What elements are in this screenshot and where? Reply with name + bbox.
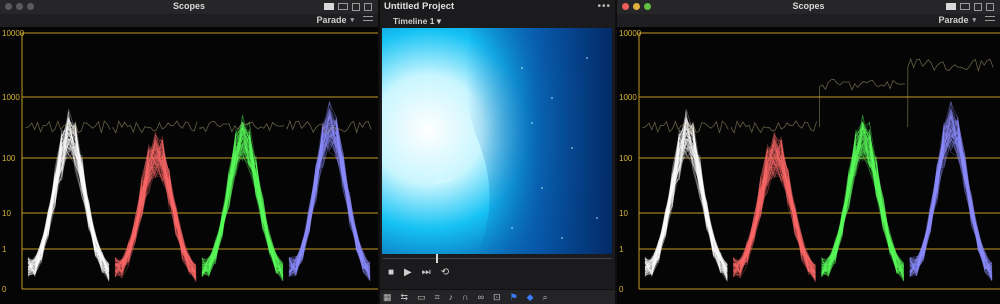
quad-layout-icon[interactable] xyxy=(974,3,982,11)
scope-axis-label: 100 xyxy=(2,154,16,163)
waveform-channel-2 xyxy=(819,79,905,282)
waveform-channel-0 xyxy=(642,108,729,282)
scope-mode-label: Parade xyxy=(938,15,969,25)
waveform-channel-3 xyxy=(286,101,372,282)
loop-icon[interactable]: ⟲ xyxy=(441,268,449,278)
dual-layout-icon[interactable] xyxy=(338,3,348,10)
waveform-channel-3 xyxy=(907,57,994,282)
fullscreen-icon[interactable] xyxy=(986,3,994,11)
timeline-name: Timeline 1 xyxy=(393,16,435,26)
dual-layout-icon[interactable] xyxy=(960,3,970,10)
timeline-scrubber[interactable] xyxy=(383,258,612,259)
crop-icon[interactable]: ⌗ xyxy=(435,292,440,303)
scope-axis-label: 0 xyxy=(2,285,7,294)
scope-axis-label: 1 xyxy=(2,245,7,254)
left-scopes-window: Scopes Parade ▾ 10000 1000 100 10 1 0 xyxy=(0,0,378,304)
zoom-icon[interactable]: ⌕ xyxy=(543,292,548,303)
scope-axis-label: 1000 xyxy=(2,93,20,102)
right-scopes-window: Scopes Parade ▾ 10000 1000 100 10 1 0 xyxy=(617,0,1000,304)
more-options-icon[interactable]: ••• xyxy=(597,1,611,12)
settings-icon[interactable] xyxy=(985,16,995,25)
single-layout-icon[interactable] xyxy=(324,3,334,10)
left-parade-svg: 1000010001001010 xyxy=(2,29,378,294)
video-viewer[interactable] xyxy=(382,28,612,254)
magnet-icon[interactable]: ∩ xyxy=(462,292,468,302)
transport-controls: ■ ▶ ⏭ ⟲ xyxy=(388,268,449,278)
scope-axis-label: 10 xyxy=(2,209,11,218)
scope-mode-select[interactable]: Parade ▾ xyxy=(316,15,354,25)
settings-icon[interactable] xyxy=(363,16,373,25)
quad-layout-icon[interactable] xyxy=(352,3,360,11)
right-scopes-title: Scopes xyxy=(792,1,825,11)
play-icon[interactable]: ▶ xyxy=(404,268,412,278)
left-parade-scope: 10000 1000 100 10 1 0 xyxy=(0,27,378,304)
waveform-channel-1 xyxy=(112,120,198,283)
playhead-handle[interactable] xyxy=(436,254,438,263)
project-title: Untitled Project xyxy=(384,1,455,12)
right-scopes-titlebar: Scopes xyxy=(617,0,1000,15)
scope-axis-label: 10000 xyxy=(619,29,642,38)
viewer-window: Untitled Project ••• Timeline 1 ▾ ■ ▶ ⏭ … xyxy=(380,0,615,304)
chevron-down-icon: ▾ xyxy=(350,17,354,24)
single-layout-icon[interactable] xyxy=(946,3,956,10)
chevron-down-icon: ▾ xyxy=(436,16,442,26)
waveform-channel-0 xyxy=(25,108,111,282)
scope-axis-label: 10 xyxy=(619,209,628,218)
scope-axis-label: 1 xyxy=(619,245,624,254)
chevron-down-icon: ▾ xyxy=(972,17,976,24)
right-parade-svg: 1000010001001010 xyxy=(619,29,1000,294)
next-clip-icon[interactable]: ⏭ xyxy=(422,268,431,278)
timeline-selector[interactable]: Timeline 1 ▾ xyxy=(380,15,615,28)
underwater-frame-image xyxy=(382,28,612,254)
waveform-channel-1 xyxy=(730,120,817,283)
viewer-icon[interactable]: ▦ xyxy=(383,292,392,303)
viewer-bottom-toolbar: ▦ ⇆ ▭ ⌗ ♪ ∩ ∞ ⊡ ⚑ ◆ ⌕ xyxy=(380,289,615,304)
right-parade-scope: 10000 1000 100 10 1 0 xyxy=(617,27,1000,304)
swap-icon[interactable]: ⇆ xyxy=(401,292,409,303)
link-icon[interactable]: ∞ xyxy=(478,292,484,302)
display-icon[interactable]: ▭ xyxy=(417,292,426,303)
scope-axis-label: 1000 xyxy=(619,93,637,102)
audio-icon[interactable]: ♪ xyxy=(449,292,454,302)
scope-axis-label: 10000 xyxy=(2,29,25,38)
scope-mode-label: Parade xyxy=(316,15,347,25)
lock-icon[interactable]: ⊡ xyxy=(493,292,501,303)
marker-icon[interactable]: ◆ xyxy=(527,292,534,303)
flag-icon[interactable]: ⚑ xyxy=(510,292,518,303)
left-scopes-title: Scopes xyxy=(172,1,205,11)
fullscreen-icon[interactable] xyxy=(364,3,372,11)
waveform-channel-2 xyxy=(199,114,285,282)
left-scopes-titlebar: Scopes xyxy=(0,0,378,15)
scope-axis-label: 100 xyxy=(619,154,633,163)
scope-axis-label: 0 xyxy=(619,285,624,294)
scope-mode-select[interactable]: Parade ▾ xyxy=(938,15,976,25)
stop-icon[interactable]: ■ xyxy=(388,268,394,278)
